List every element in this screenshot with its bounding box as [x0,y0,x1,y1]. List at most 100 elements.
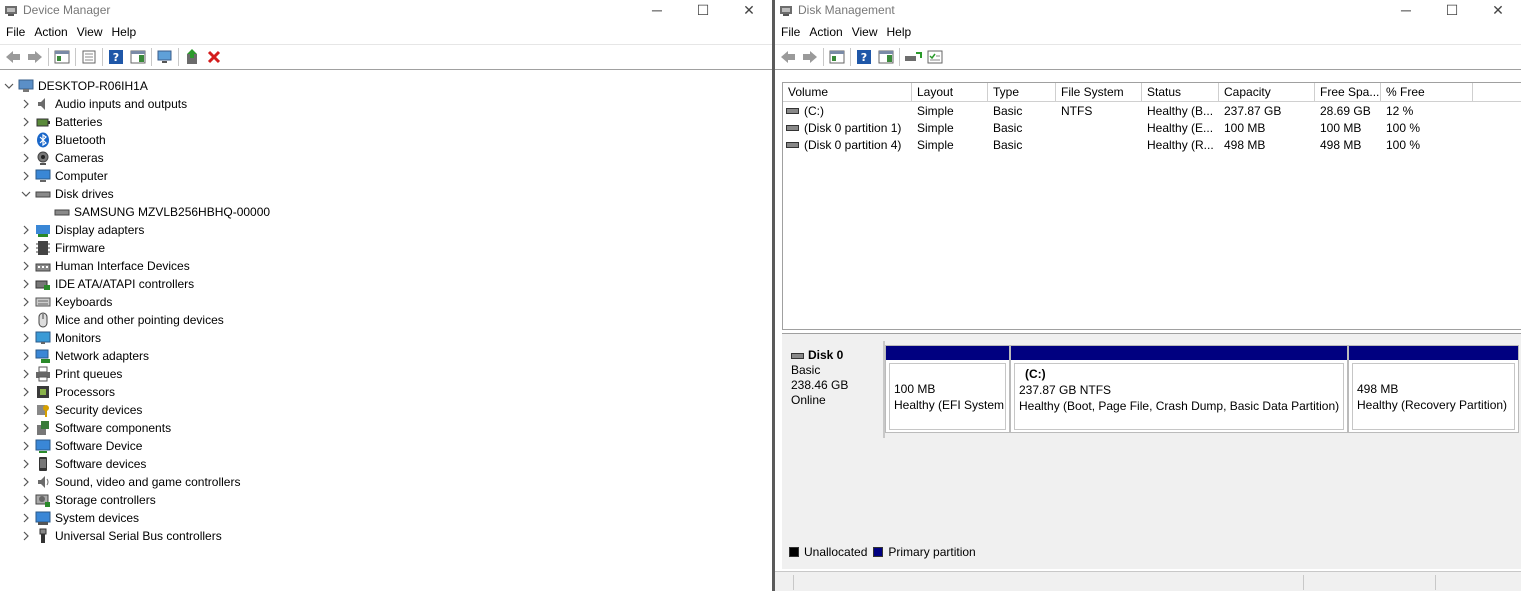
action-pane-icon[interactable] [127,46,149,68]
chevron-right-icon[interactable] [19,149,33,167]
chevron-right-icon[interactable] [19,167,33,185]
chevron-right-icon[interactable] [19,131,33,149]
uninstall-device-icon[interactable] [203,46,225,68]
chevron-right-icon[interactable] [19,275,33,293]
chevron-right-icon[interactable] [19,329,33,347]
partition-recovery[interactable]: 498 MB Healthy (Recovery Partition) [1348,345,1519,433]
menu-help[interactable]: Help [885,25,919,39]
column-header-layout[interactable]: Layout [912,83,988,101]
help-icon[interactable]: ? [105,46,127,68]
forward-arrow-icon[interactable] [24,46,46,68]
partition-c[interactable]: (C:) 237.87 GB NTFS Healthy (Boot, Page … [1010,345,1348,433]
partition-size: 100 MB [894,382,936,396]
column-header-volume[interactable]: Volume [783,83,912,101]
tree-category-software-components[interactable]: Software components [0,419,772,437]
action-pane-icon[interactable] [875,46,897,68]
tree-category-mice-and-other-pointing-devices[interactable]: Mice and other pointing devices [0,311,772,329]
help-icon[interactable]: ? [853,46,875,68]
disk-management-titlebar[interactable]: Disk Management ─ ☐ ✕ [775,0,1521,20]
chevron-right-icon[interactable] [19,113,33,131]
tree-category-universal-serial-bus-controllers[interactable]: Universal Serial Bus controllers [0,527,772,545]
tree-category-audio-inputs-and-outputs[interactable]: Audio inputs and outputs [0,95,772,113]
show-hide-console-tree-icon[interactable] [51,46,73,68]
chevron-down-icon[interactable] [19,185,33,203]
back-arrow-icon[interactable] [777,46,799,68]
menu-file[interactable]: File [779,25,807,39]
tree-root-computer[interactable]: DESKTOP-R06IH1A [0,77,772,95]
tree-category-system-devices[interactable]: System devices [0,509,772,527]
chevron-right-icon[interactable] [19,437,33,455]
volume-row[interactable]: (Disk 0 partition 1) Simple Basic Healthy (… [783,119,1521,136]
tree-category-sound-video-and-game-controllers[interactable]: Sound, video and game controllers [0,473,772,491]
column-header-free-space[interactable]: Free Spa... [1315,83,1381,101]
tree-category-bluetooth[interactable]: Bluetooth [0,131,772,149]
chevron-right-icon[interactable] [19,473,33,491]
back-arrow-icon[interactable] [2,46,24,68]
column-header-type[interactable]: Type [988,83,1056,101]
tree-category-storage-controllers[interactable]: Storage controllers [0,491,772,509]
menu-help[interactable]: Help [110,25,144,39]
tree-category-computer[interactable]: Computer [0,167,772,185]
update-driver-icon[interactable] [181,46,203,68]
tree-category-human-interface-devices[interactable]: Human Interface Devices [0,257,772,275]
chevron-right-icon[interactable] [19,527,33,545]
column-header-percent-free[interactable]: % Free [1381,83,1473,101]
disk-properties-icon[interactable] [924,46,946,68]
chevron-right-icon[interactable] [19,509,33,527]
column-header-status[interactable]: Status [1142,83,1219,101]
tree-category-disk-drives[interactable]: Disk drives [0,185,772,203]
tree-device-item[interactable]: SAMSUNG MZVLB256HBHQ-00000 [0,203,772,221]
properties-icon[interactable] [78,46,100,68]
forward-arrow-icon[interactable] [799,46,821,68]
tree-category-display-adapters[interactable]: Display adapters [0,221,772,239]
volume-row[interactable]: (Disk 0 partition 4) Simple Basic Healthy (… [783,136,1521,153]
close-button[interactable]: ✕ [726,0,772,20]
chevron-right-icon[interactable] [19,383,33,401]
maximize-button[interactable]: ☐ [1429,0,1475,20]
tree-category-keyboards[interactable]: Keyboards [0,293,772,311]
menu-action[interactable]: Action [807,25,849,39]
svg-text:?: ? [861,51,867,64]
close-button[interactable]: ✕ [1475,0,1521,20]
chevron-right-icon[interactable] [19,419,33,437]
maximize-button[interactable]: ☐ [680,0,726,20]
chevron-right-icon[interactable] [19,239,33,257]
tree-category-network-adapters[interactable]: Network adapters [0,347,772,365]
tree-category-cameras[interactable]: Cameras [0,149,772,167]
chevron-right-icon[interactable] [19,293,33,311]
menu-file[interactable]: File [4,25,32,39]
chevron-down-icon[interactable] [2,77,16,95]
chevron-right-icon[interactable] [19,455,33,473]
chevron-right-icon[interactable] [19,257,33,275]
chevron-right-icon[interactable] [19,365,33,383]
scan-hardware-icon[interactable] [154,46,176,68]
partition-efi[interactable]: 100 MB Healthy (EFI System P [885,345,1010,433]
column-header-file-system[interactable]: File System [1056,83,1142,101]
chevron-right-icon[interactable] [19,401,33,419]
chevron-right-icon[interactable] [19,311,33,329]
chevron-right-icon[interactable] [19,347,33,365]
tree-category-software-device[interactable]: Software Device [0,437,772,455]
tree-category-ide-ata-atapi-controllers[interactable]: IDE ATA/ATAPI controllers [0,275,772,293]
minimize-button[interactable]: ─ [1383,0,1429,20]
tree-category-processors[interactable]: Processors [0,383,772,401]
volume-row[interactable]: (C:) Simple Basic NTFS Healthy (B... 237.87 G… [783,102,1521,119]
chevron-right-icon[interactable] [19,95,33,113]
chevron-right-icon[interactable] [19,491,33,509]
minimize-button[interactable]: ─ [634,0,680,20]
menu-view[interactable]: View [850,25,885,39]
tree-category-monitors[interactable]: Monitors [0,329,772,347]
column-header-capacity[interactable]: Capacity [1219,83,1315,101]
tree-category-firmware[interactable]: Firmware [0,239,772,257]
disk-0-label[interactable]: Disk 0 Basic 238.46 GB Online [783,341,885,438]
connect-disk-icon[interactable] [902,46,924,68]
menu-action[interactable]: Action [32,25,74,39]
device-manager-titlebar[interactable]: Device Manager ─ ☐ ✕ [0,0,772,20]
menu-view[interactable]: View [75,25,110,39]
tree-category-software-devices[interactable]: Software devices [0,455,772,473]
tree-category-print-queues[interactable]: Print queues [0,365,772,383]
tree-category-security-devices[interactable]: Security devices [0,401,772,419]
tree-category-batteries[interactable]: Batteries [0,113,772,131]
chevron-right-icon[interactable] [19,221,33,239]
show-hide-console-tree-icon[interactable] [826,46,848,68]
